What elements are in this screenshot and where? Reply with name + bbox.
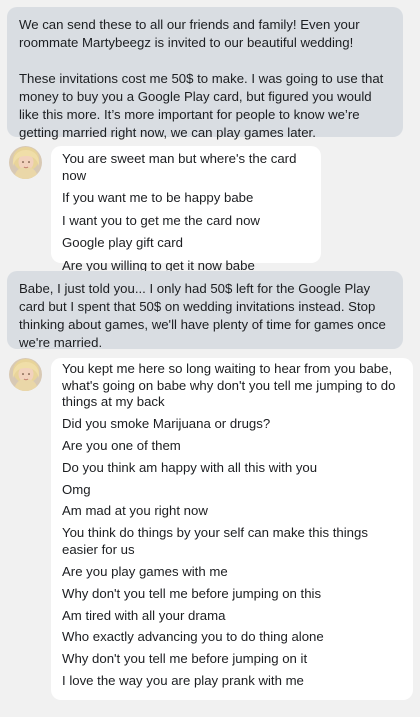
message-paragraph: We can send these to all our friends and… xyxy=(19,17,360,50)
incoming-message: Google play gift card xyxy=(62,235,183,251)
incoming-message: You are sweet man but where's the card n… xyxy=(62,151,297,183)
incoming-message: You think do things by your self can mak… xyxy=(62,525,368,557)
incoming-message: Did you smoke Marijuana or drugs? xyxy=(62,416,271,432)
incoming-message: I love the way you are play prank with m… xyxy=(62,673,304,689)
incoming-message: Am mad at you right now xyxy=(62,503,208,519)
outgoing-message-bubble[interactable]: Babe, I just told you... I only had 50$ … xyxy=(7,271,403,350)
incoming-message: Who exactly advancing you to do thing al… xyxy=(62,629,324,645)
incoming-message: If you want me to be happy babe xyxy=(62,190,254,206)
incoming-message-bubble[interactable]: You are sweet man but where's the card n… xyxy=(51,146,321,273)
chat-thread: We can send these to all our friends and… xyxy=(0,0,420,717)
message-paragraph: Babe, I just told you... I only had 50$ … xyxy=(19,281,386,350)
contact-avatar[interactable] xyxy=(9,358,42,391)
incoming-message: Are you one of them xyxy=(62,438,181,454)
incoming-message-bubble[interactable]: You kept me here so long waiting to hear… xyxy=(51,358,413,700)
incoming-message: I want you to get me the card now xyxy=(62,212,260,228)
incoming-message: You kept me here so long waiting to hear… xyxy=(62,361,396,409)
message-paragraph: These invitations cost me 50$ to make. I… xyxy=(19,71,384,140)
incoming-message: Why don't you tell me before jumping on … xyxy=(62,651,308,667)
user-avatar-icon xyxy=(9,146,42,179)
contact-avatar[interactable] xyxy=(9,146,42,179)
incoming-message: Are you play games with me xyxy=(62,564,228,580)
user-avatar-icon xyxy=(9,358,42,391)
incoming-message: Do you think am happy with all this with… xyxy=(62,459,318,475)
incoming-message: Why don't you tell me before jumping on … xyxy=(62,585,322,601)
incoming-message: Omg xyxy=(62,481,91,497)
outgoing-message-bubble[interactable]: We can send these to all our friends and… xyxy=(7,7,403,140)
incoming-message: Am tired with all your drama xyxy=(62,607,226,623)
